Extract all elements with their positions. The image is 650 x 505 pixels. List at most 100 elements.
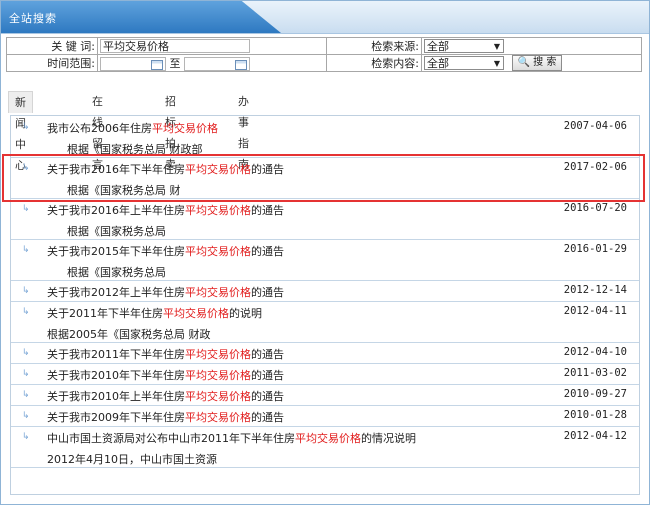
result-title-link[interactable]: 关于我市2016年下半年住房平均交易价格的通告 <box>47 161 284 177</box>
result-title-text: 的通告 <box>251 411 284 424</box>
result-row[interactable]: ↳ 关于我市2016年下半年住房平均交易价格的通告 2017-02-06 <box>11 157 639 178</box>
result-title-link[interactable]: 我市公布2006年住房平均交易价格 <box>47 120 218 136</box>
search-button-label: 搜 索 <box>533 57 557 68</box>
result-title-text: 关于我市2015年下半年住房 <box>47 245 185 258</box>
search-icon: 🔍 <box>517 57 530 68</box>
result-snippet: 根据《国家税务总局 财 <box>11 178 639 199</box>
bullet-arrow-icon: ↳ <box>22 369 30 379</box>
result-row[interactable]: ↳ 关于我市2012年上半年住房平均交易价格的通告 2012-12-14 <box>11 280 639 302</box>
result-title-text: 的通告 <box>251 348 284 361</box>
result-keyword-highlight: 平均交易价格 <box>152 122 218 135</box>
result-title-text: 的通告 <box>251 163 284 176</box>
result-keyword-highlight: 平均交易价格 <box>295 432 361 445</box>
result-keyword-highlight: 平均交易价格 <box>185 390 251 403</box>
bullet-arrow-icon: ↳ <box>22 286 30 296</box>
result-date: 2012-04-10 <box>563 346 627 358</box>
bullet-arrow-icon: ↳ <box>22 432 30 442</box>
results-list: ↳ 我市公布2006年住房平均交易价格 2007-04-06 根据《国家税务总局 财政… <box>10 115 640 495</box>
source-select[interactable]: 全部 ▼ <box>424 39 504 53</box>
result-title-link[interactable]: 关于我市2011年下半年住房平均交易价格的通告 <box>47 346 284 362</box>
bullet-arrow-icon: ↳ <box>22 411 30 421</box>
bullet-arrow-icon: ↳ <box>22 307 30 317</box>
keyword-label: 关 键 词: <box>6 37 98 55</box>
result-keyword-highlight: 平均交易价格 <box>185 348 251 361</box>
result-title-text: 的通告 <box>251 369 284 382</box>
calendar-icon[interactable] <box>235 60 247 70</box>
result-keyword-highlight: 平均交易价格 <box>185 245 251 258</box>
result-date: 2012-04-12 <box>563 430 627 442</box>
content-select-value: 全部 <box>427 57 449 70</box>
result-title-text: 关于我市2016年下半年住房 <box>47 163 185 176</box>
bullet-arrow-icon: ↳ <box>22 204 30 214</box>
search-button[interactable]: 🔍 搜 索 <box>511 55 563 71</box>
result-row[interactable]: ↳ 关于我市2015年下半年住房平均交易价格的通告 2016-01-29 <box>11 239 639 260</box>
title-bar: 全站搜索 <box>1 1 649 34</box>
result-title-text: 的说明 <box>229 307 262 320</box>
result-title-text: 关于我市2012年上半年住房 <box>47 286 185 299</box>
tab-guide[interactable]: 办事指南 <box>238 91 249 171</box>
result-row[interactable]: ↳ 关于我市2009年下半年住房平均交易价格的通告 2010-01-28 <box>11 405 639 427</box>
result-title-link[interactable]: 关于我市2012年上半年住房平均交易价格的通告 <box>47 284 284 300</box>
result-title-text: 的情况说明 <box>361 432 416 445</box>
window-title: 全站搜索 <box>9 12 57 25</box>
result-snippet: 根据《国家税务总局 <box>11 219 639 240</box>
result-snippet-text: 2012年4月10日，中山市国土资源 <box>47 453 217 466</box>
result-keyword-highlight: 平均交易价格 <box>185 286 251 299</box>
date-from-input[interactable] <box>100 57 166 71</box>
result-snippet-text: 根据2005年《国家税务总局 财政 <box>47 328 211 341</box>
result-title-text: 我市公布2006年住房 <box>47 122 152 135</box>
result-date: 2012-04-11 <box>563 305 627 317</box>
result-title-link[interactable]: 关于我市2010年上半年住房平均交易价格的通告 <box>47 388 284 404</box>
result-title-link[interactable]: 关于我市2016年上半年住房平均交易价格的通告 <box>47 202 284 218</box>
content-select[interactable]: 全部 ▼ <box>424 56 504 70</box>
date-to-label: 至 <box>169 57 181 70</box>
source-select-value: 全部 <box>427 40 449 53</box>
result-title-text: 关于我市2016年上半年住房 <box>47 204 185 217</box>
calendar-icon[interactable] <box>151 60 163 70</box>
result-title-text: 关于我市2011年下半年住房 <box>47 348 185 361</box>
result-date: 2016-01-29 <box>563 243 627 255</box>
result-row[interactable]: ↳ 中山市国土资源局对公布中山市2011年下半年住房平均交易价格的情况说明 2012… <box>11 426 639 447</box>
result-row[interactable]: ↳ 关于2011年下半年住房平均交易价格的说明 2012-04-11 <box>11 301 639 322</box>
result-title-text: 的通告 <box>251 245 284 258</box>
result-row[interactable]: ↳ 关于我市2010年下半年住房平均交易价格的通告 2011-03-02 <box>11 363 639 385</box>
result-date: 2011-03-02 <box>563 367 627 379</box>
date-to-input[interactable] <box>184 57 250 71</box>
result-date: 2012-12-14 <box>563 284 627 296</box>
tab-news[interactable]: 新闻中心 <box>8 91 33 172</box>
result-row[interactable]: ↳ 关于我市2010年上半年住房平均交易价格的通告 2010-09-27 <box>11 384 639 406</box>
chevron-down-icon: ▼ <box>493 59 500 68</box>
result-snippet: 2012年4月10日，中山市国土资源 <box>11 447 639 468</box>
result-snippet: 根据《国家税务总局 财政部 <box>11 137 639 158</box>
result-row[interactable]: ↳ 关于我市2011年下半年住房平均交易价格的通告 2012-04-10 <box>11 342 639 364</box>
tab-bidding[interactable]: 招标拍卖 <box>165 91 176 171</box>
result-keyword-highlight: 平均交易价格 <box>185 369 251 382</box>
result-title-text: 的通告 <box>251 286 284 299</box>
bullet-arrow-icon: ↳ <box>22 163 30 173</box>
result-keyword-highlight: 平均交易价格 <box>185 204 251 217</box>
result-snippet-text: 根据《国家税务总局 财 <box>67 184 181 197</box>
result-row[interactable]: ↳ 我市公布2006年住房平均交易价格 2007-04-06 <box>11 116 639 137</box>
result-snippet: 根据2005年《国家税务总局 财政 <box>11 322 639 343</box>
bullet-arrow-icon: ↳ <box>22 390 30 400</box>
result-keyword-highlight: 平均交易价格 <box>185 411 251 424</box>
result-title-text: 关于我市2010年上半年住房 <box>47 390 185 403</box>
keyword-input[interactable]: 平均交易价格 <box>100 39 250 53</box>
result-date: 2017-02-06 <box>563 161 627 173</box>
bullet-arrow-icon: ↳ <box>22 245 30 255</box>
result-title-link[interactable]: 关于我市2009年下半年住房平均交易价格的通告 <box>47 409 284 425</box>
result-date: 2007-04-06 <box>563 120 627 132</box>
result-date: 2016-07-20 <box>563 202 627 214</box>
result-title-link[interactable]: 关于我市2010年下半年住房平均交易价格的通告 <box>47 367 284 383</box>
tab-messages[interactable]: 在线留言 <box>92 91 103 171</box>
search-form: 关 键 词: 平均交易价格 检索来源: 全部 ▼ 时间范围: 至 检索内容: 全… <box>6 37 642 72</box>
result-snippet-text: 根据《国家税务总局 <box>67 225 166 238</box>
result-title-text: 中山市国土资源局对公布中山市2011年下半年住房 <box>47 432 295 445</box>
result-row[interactable]: ↳ 关于我市2016年上半年住房平均交易价格的通告 2016-07-20 <box>11 198 639 219</box>
result-title-link[interactable]: 中山市国土资源局对公布中山市2011年下半年住房平均交易价格的情况说明 <box>47 430 416 446</box>
result-title-text: 关于2011年下半年住房 <box>47 307 163 320</box>
result-title-link[interactable]: 关于2011年下半年住房平均交易价格的说明 <box>47 305 262 321</box>
result-date: 2010-01-28 <box>563 409 627 421</box>
result-title-link[interactable]: 关于我市2015年下半年住房平均交易价格的通告 <box>47 243 284 259</box>
chevron-down-icon: ▼ <box>493 42 500 51</box>
